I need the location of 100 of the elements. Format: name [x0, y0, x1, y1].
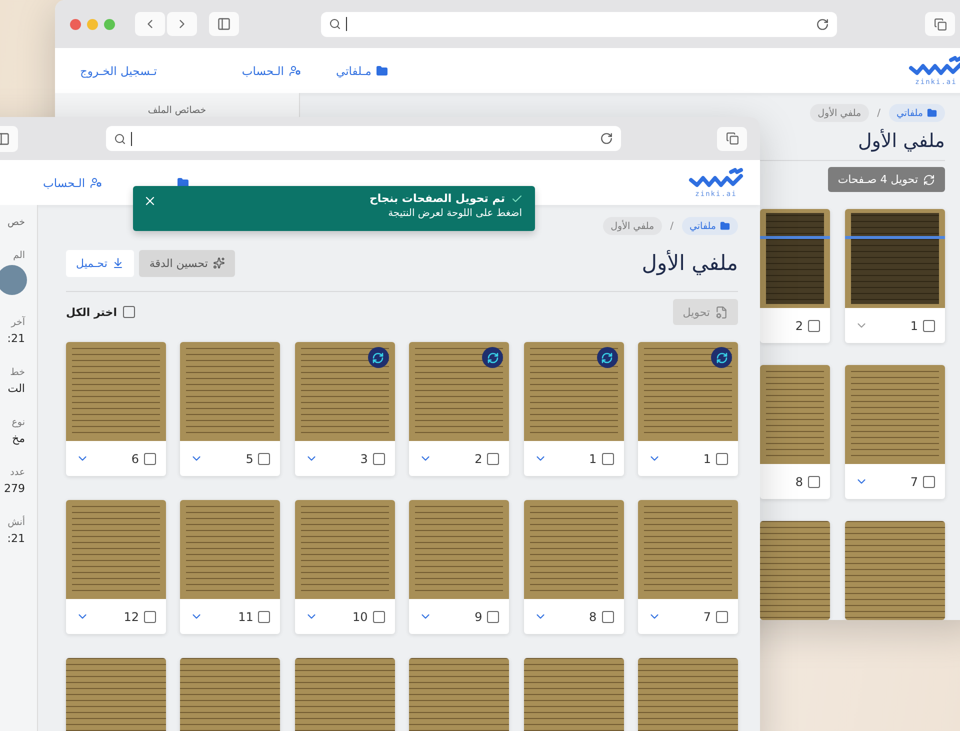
property-label: أنش	[8, 517, 26, 528]
check-icon	[511, 192, 523, 204]
checkbox[interactable]	[923, 320, 935, 332]
page-title: ملفي الأول	[642, 251, 738, 275]
page-number: 1	[703, 452, 711, 466]
checkbox[interactable]	[808, 320, 820, 332]
page-title: ملفي الأول	[858, 130, 945, 152]
page-card[interactable]: 1	[638, 342, 738, 476]
scan-line	[760, 236, 830, 239]
nav-link[interactable]: الـحساب	[43, 176, 102, 190]
folder-icon	[720, 221, 730, 231]
sync-icon	[372, 352, 384, 364]
tabs-button[interactable]	[925, 12, 955, 36]
page-number: 9	[474, 610, 482, 624]
page-card[interactable]: 2	[409, 342, 510, 476]
nav-link[interactable]: الـحساب	[242, 64, 301, 78]
breadcrumb-link[interactable]: ملفاتي	[682, 217, 738, 235]
logo-icon	[687, 168, 745, 190]
property-label: خط	[10, 367, 26, 378]
panel-title: خص	[7, 216, 26, 228]
sync-icon	[486, 352, 499, 364]
checkbox[interactable]	[258, 610, 270, 622]
property-value: مخ	[12, 432, 26, 445]
checkbox[interactable]	[258, 452, 270, 464]
checkbox[interactable]	[372, 452, 385, 464]
sync-icon	[716, 352, 728, 364]
panel-title: خصائص الملف	[148, 104, 206, 116]
page-card[interactable]: 7	[638, 500, 738, 634]
reload-icon[interactable]	[816, 18, 829, 30]
checkbox[interactable]	[602, 452, 614, 464]
refresh-icon	[923, 174, 935, 186]
page-card[interactable]: 1	[845, 209, 945, 343]
property-value: :21	[7, 332, 26, 345]
user-gear-icon	[289, 64, 301, 76]
toast-title: تم تحويل الصفحات بنجاح	[369, 192, 505, 205]
tabs-icon	[934, 18, 946, 30]
page-card[interactable]: 8	[524, 500, 624, 634]
tabs-icon	[726, 132, 738, 145]
user-gear-icon	[90, 176, 102, 188]
download-icon	[112, 257, 124, 269]
page-number: 8	[795, 474, 803, 488]
reload-icon[interactable]	[600, 132, 613, 145]
page-number: 7	[703, 610, 711, 624]
page-card[interactable]: 8	[760, 365, 830, 499]
page-card[interactable]: 12	[66, 500, 166, 634]
checkbox[interactable]	[716, 452, 728, 464]
page-number: 10	[352, 610, 368, 624]
nav-link[interactable]: مـلفاتي	[336, 64, 388, 78]
page-number: 1	[910, 318, 918, 332]
property-value: :21	[7, 532, 26, 545]
page-card[interactable]: 3	[294, 342, 395, 476]
sync-icon	[601, 352, 614, 364]
success-toast[interactable]: تم تحويل الصفحات بنجاح اضغط على اللوحة لعرض النتيجة	[133, 186, 535, 231]
checkbox[interactable]	[602, 610, 614, 622]
folder-icon	[376, 64, 388, 76]
checkbox[interactable]	[372, 610, 385, 622]
page-number: 3	[360, 452, 368, 466]
checkbox[interactable]	[716, 610, 728, 622]
download-button[interactable]: تحـميل	[66, 250, 134, 276]
breadcrumb-link[interactable]: ملفي الأول	[810, 104, 870, 122]
page-card[interactable]: 1	[524, 342, 624, 476]
page-card[interactable]: 7	[845, 365, 945, 499]
page-number: 7	[910, 474, 918, 488]
property-label: عدد	[10, 467, 26, 478]
nav-link[interactable]: تـسجيل الخـروج	[80, 64, 157, 78]
property-label: آخر	[11, 317, 26, 328]
checkbox[interactable]	[144, 610, 156, 622]
breadcrumb-link[interactable]: ملفاتي	[888, 104, 945, 122]
checkbox[interactable]	[487, 610, 500, 622]
search-icon	[329, 18, 341, 30]
logo-icon	[907, 56, 960, 78]
page-card[interactable]: 9	[409, 500, 510, 634]
breadcrumb-separator: /	[877, 108, 880, 118]
page-number: 2	[795, 318, 803, 332]
page-card[interactable]: 6	[66, 342, 166, 476]
page-card[interactable]: 10	[294, 500, 395, 634]
checkbox[interactable]	[923, 476, 935, 488]
page-number: 11	[238, 610, 254, 624]
page-card[interactable]: 2	[760, 209, 830, 343]
checkbox[interactable]	[808, 476, 820, 488]
property-value: الت	[8, 382, 26, 395]
breadcrumb-separator: /	[670, 220, 674, 232]
page-card[interactable]: 5	[180, 342, 280, 476]
address-field[interactable]	[321, 12, 837, 36]
tabs-button[interactable]	[717, 126, 747, 150]
sidebar-icon	[0, 132, 10, 146]
select-all-checkbox[interactable]: اختر الكل	[66, 306, 135, 318]
checkbox[interactable]	[144, 452, 156, 464]
page-card[interactable]: 11	[180, 500, 280, 634]
page-number: 8	[588, 610, 597, 624]
breadcrumb-link[interactable]: ملفي الأول	[602, 217, 662, 235]
convert-button[interactable]: تحويل 4 صـفحات	[828, 167, 945, 192]
page-number: 12	[124, 610, 140, 624]
address-field[interactable]	[106, 126, 621, 151]
sidebar-icon	[217, 17, 231, 31]
close-button[interactable]	[143, 194, 157, 208]
checkbox[interactable]	[487, 452, 500, 464]
property-value: 279	[4, 482, 26, 495]
page-number: 1	[588, 452, 597, 466]
sidebar-button[interactable]	[209, 12, 239, 36]
